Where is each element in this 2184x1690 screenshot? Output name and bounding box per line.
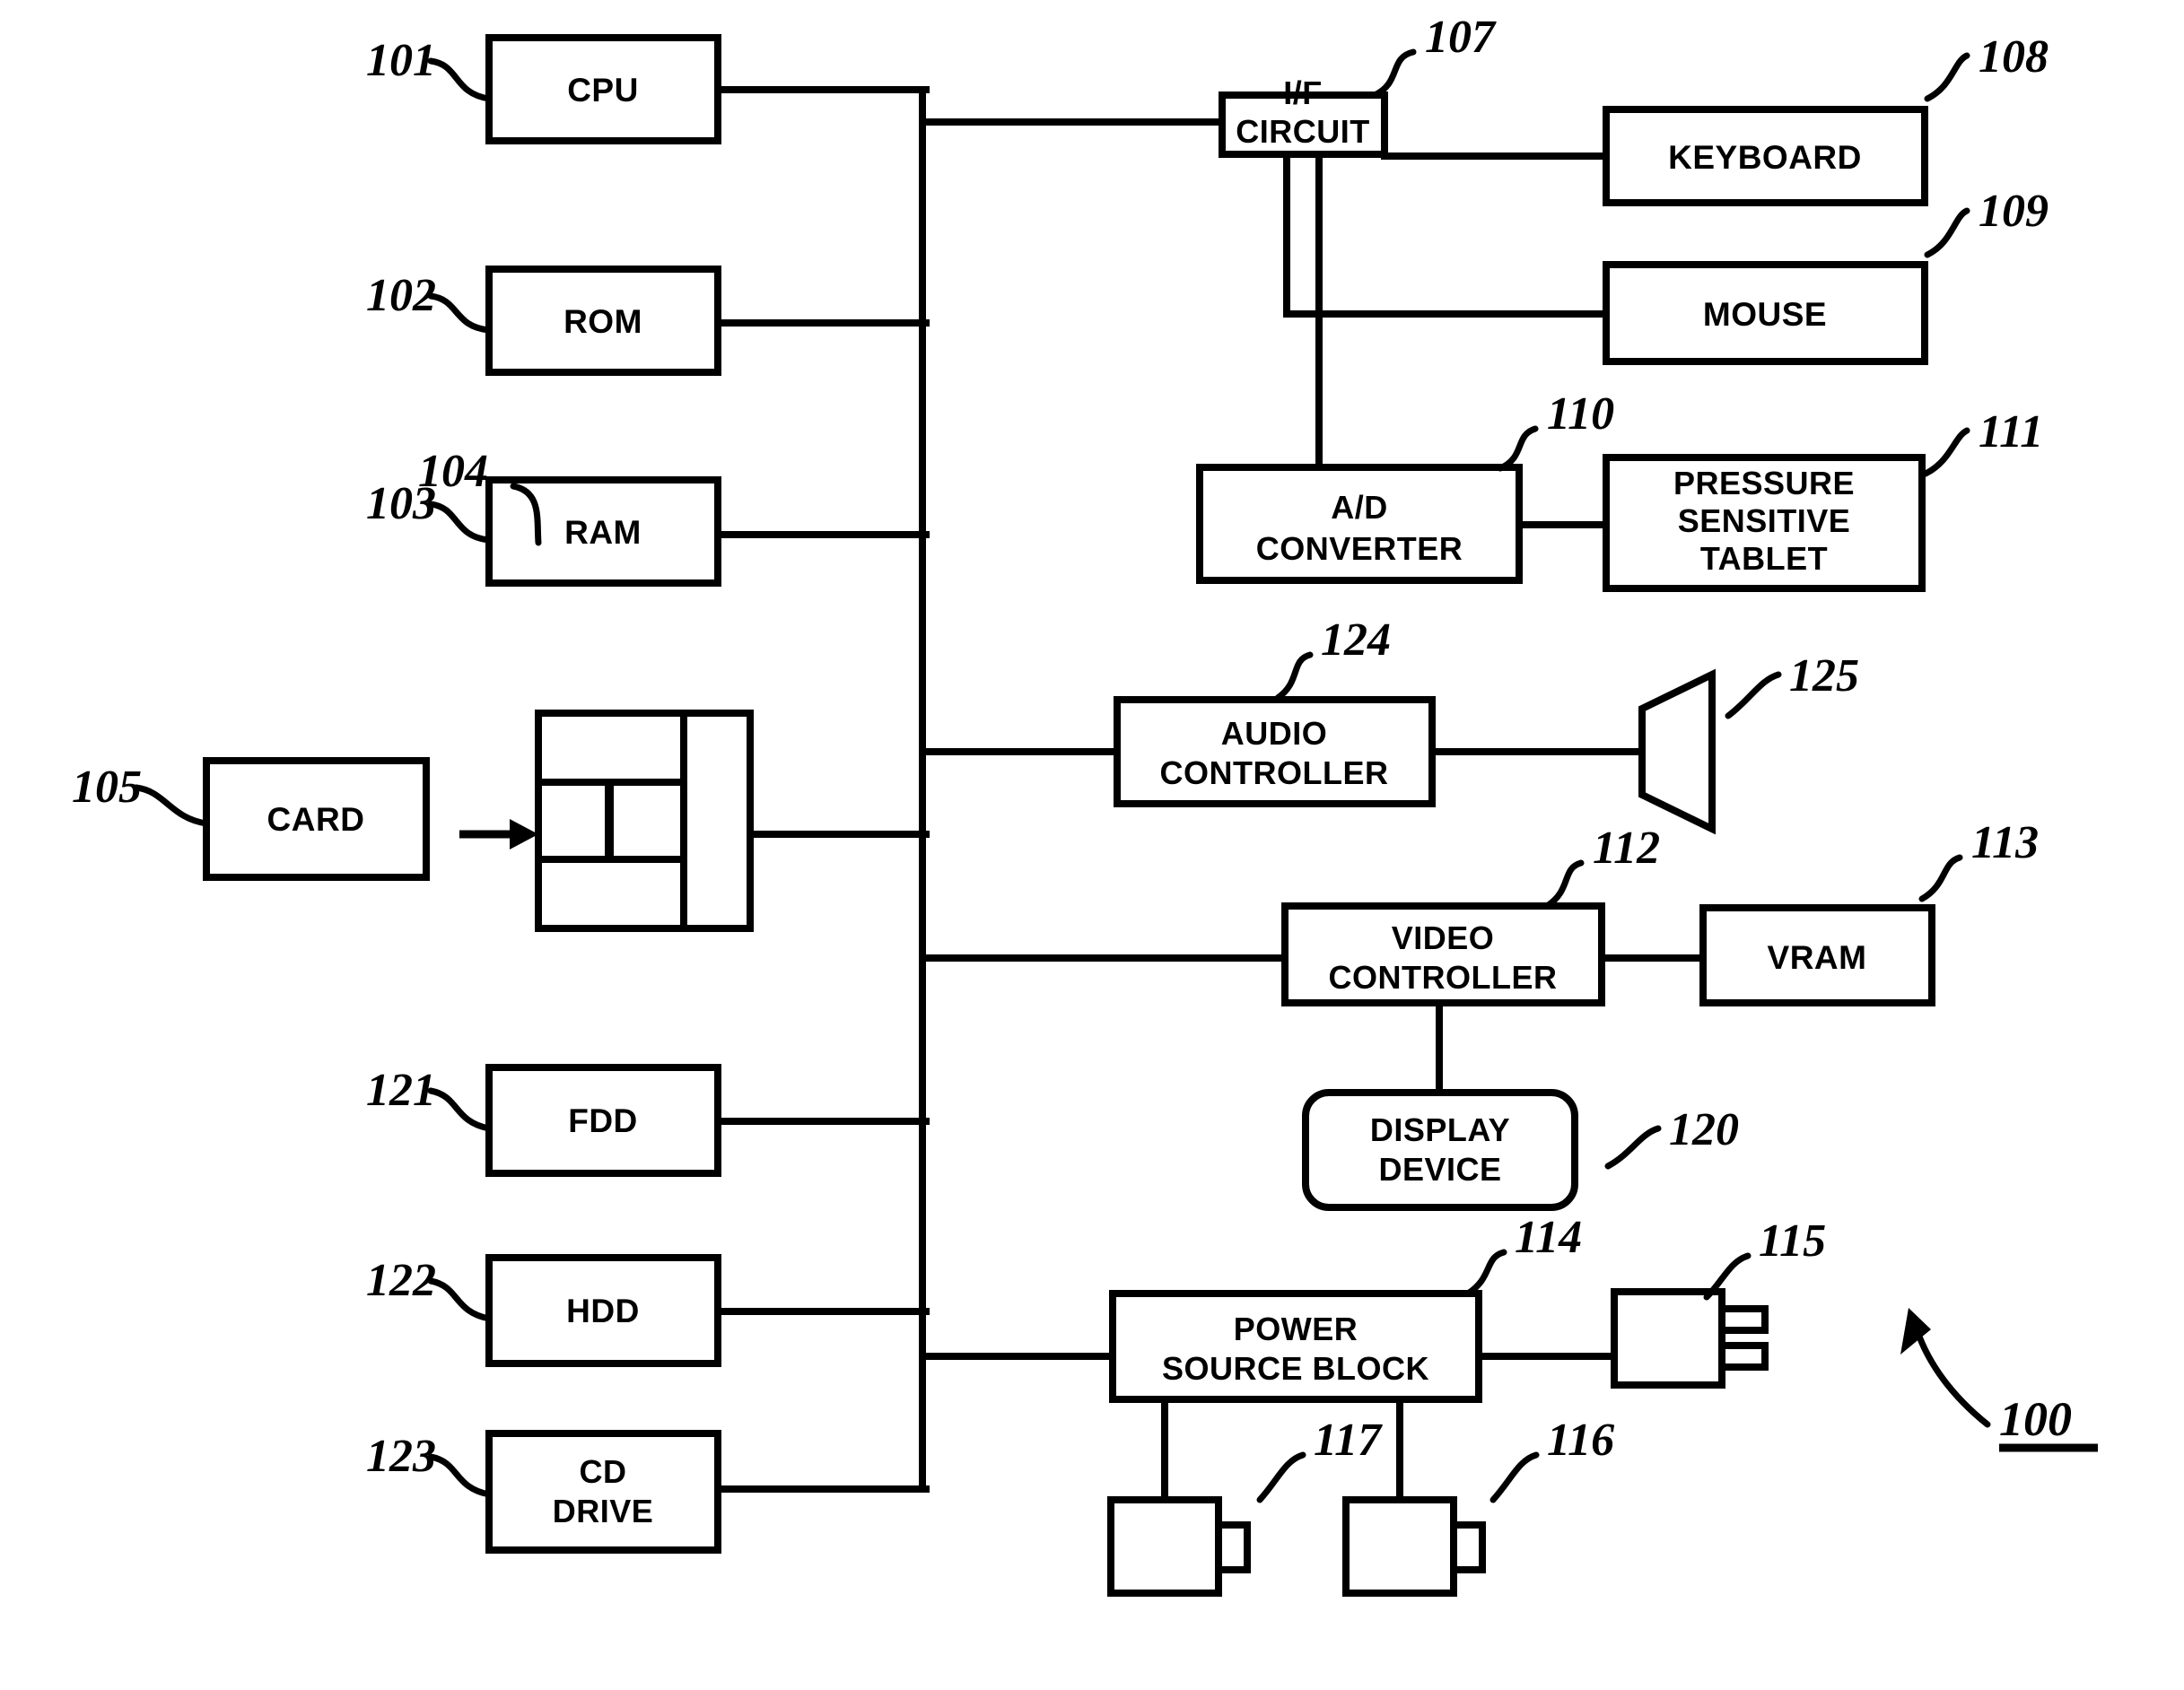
leader-110 [1497,425,1539,472]
block-card-slot [535,710,754,932]
leader-120 [1604,1125,1662,1170]
ref-125: 125 [1789,650,1859,701]
block-cd-drive-label-line2: DRIVE [553,1493,654,1529]
block-pressure-sensitive-tablet: PRESSURE SENSITIVE TABLET [1603,454,1926,592]
figure-canvas: CPU ROM RAM CARD FDD HDD CD DRIVE I/F CI… [0,0,2184,1690]
ref-123: 123 [366,1431,436,1482]
block-display-device: DISPLAY DEVICE [1302,1089,1578,1211]
block-power-source-label-line1: POWER [1234,1311,1358,1347]
block-if-circuit-label-line2: CIRCUIT [1236,113,1370,150]
battery-icon-116 [1342,1496,1486,1597]
ref-112: 112 [1593,823,1660,874]
leader-108 [1924,52,1970,102]
ref-109: 109 [1979,186,2049,237]
ref-117: 117 [1314,1415,1383,1466]
leader-122 [427,1277,493,1322]
leader-117 [1256,1451,1306,1503]
ref-107: 107 [1425,12,1497,63]
block-fdd: FDD [485,1064,721,1177]
ref-108: 108 [1979,31,2049,83]
block-video-controller: VIDEO CONTROLLER [1281,902,1605,1006]
block-mouse: MOUSE [1603,261,1928,365]
block-hdd-label: HDD [566,1293,640,1329]
block-mouse-label: MOUSE [1703,296,1827,333]
leader-123 [427,1453,493,1498]
ref-115: 115 [1759,1215,1826,1267]
block-video-controller-label-line1: VIDEO [1392,919,1495,956]
leader-116 [1489,1451,1540,1503]
leader-115 [1703,1252,1752,1301]
reference-numbers: 101 102 103 104 105 107 108 109 110 111 … [72,12,2072,1482]
ref-120: 120 [1669,1104,1739,1155]
ref-101: 101 [366,35,436,86]
block-if-circuit-label-line1: I/F [1283,74,1323,111]
ref-121: 121 [366,1065,436,1116]
block-hdd: HDD [485,1254,721,1367]
block-rom-label: ROM [563,303,642,340]
leader-113 [1918,854,1963,902]
block-cpu-label: CPU [567,72,639,109]
block-tablet-label-line2: SENSITIVE [1678,502,1851,539]
block-rom: ROM [485,266,721,376]
block-power-source-label-line2: SOURCE BLOCK [1162,1350,1429,1387]
speaker-icon [1638,668,1716,835]
ref-111: 111 [1979,406,2043,457]
block-ram-label: RAM [564,514,642,551]
block-card: CARD [203,757,430,881]
ref-122: 122 [366,1255,436,1306]
block-if-circuit: I/F CIRCUIT [1219,74,1388,158]
leader-112 [1543,859,1585,910]
block-cpu: CPU [485,34,721,144]
block-ad-converter: A/D CONVERTER [1196,464,1523,584]
block-video-controller-label-line2: CONTROLLER [1329,959,1558,996]
leader-114 [1464,1249,1507,1297]
leader-103 [427,501,493,544]
ref-110: 110 [1547,388,1614,440]
ref-104: 104 [418,446,488,497]
figure-reference-number: 100 [1999,1392,2072,1446]
ref-105: 105 [72,762,142,813]
ref-102: 102 [366,270,436,321]
block-power-source: POWER SOURCE BLOCK [1109,1290,1482,1403]
block-keyboard-label: KEYBOARD [1668,139,1862,176]
ref-113: 113 [1971,817,2039,868]
ref-116: 116 [1547,1415,1614,1466]
block-ad-converter-label-line1: A/D [1331,489,1388,526]
block-display-device-label-line1: DISPLAY [1370,1111,1510,1148]
leader-121 [427,1087,493,1132]
block-vram-label: VRAM [1768,939,1867,976]
block-cd-drive: CD DRIVE [485,1430,721,1554]
leader-107 [1371,48,1417,99]
block-diagram: CPU ROM RAM CARD FDD HDD CD DRIVE I/F CI… [72,12,2098,1597]
block-vram: VRAM [1699,904,1935,1006]
block-ram: RAM [485,476,721,587]
leader-102 [427,292,493,334]
ref-124: 124 [1321,614,1391,666]
block-audio-controller: AUDIO CONTROLLER [1114,696,1436,807]
block-audio-controller-label-line1: AUDIO [1221,715,1328,752]
leader-125 [1725,671,1782,719]
block-card-label: CARD [267,801,365,838]
block-tablet-label-line3: TABLET [1700,540,1828,577]
block-fdd-label: FDD [568,1102,638,1139]
leader-109 [1924,207,1970,258]
ref-114: 114 [1515,1212,1582,1263]
leader-124 [1274,651,1314,701]
block-cd-drive-label-line1: CD [580,1453,627,1490]
leader-101 [427,57,493,102]
block-display-device-label-line2: DEVICE [1378,1151,1501,1188]
battery-icon-117 [1107,1496,1251,1597]
block-keyboard: KEYBOARD [1603,106,1928,206]
block-ad-converter-label-line2: CONVERTER [1256,530,1463,567]
leader-105 [133,784,210,827]
block-audio-controller-label-line2: CONTROLLER [1160,754,1389,791]
ac-plug-icon [1611,1288,1769,1389]
line-if-mouse [1283,151,1610,318]
leader-111 [1922,427,1970,477]
block-tablet-label-line1: PRESSURE [1673,465,1855,501]
card-insert-arrow-icon [459,819,538,849]
